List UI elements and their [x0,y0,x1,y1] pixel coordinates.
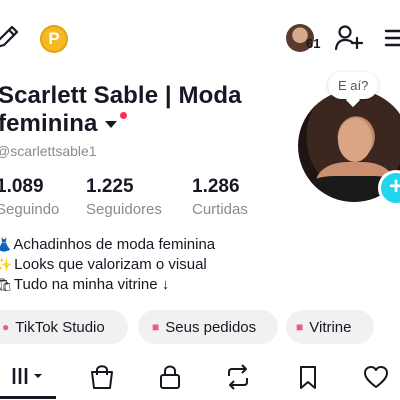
tiktok-studio-button[interactable]: ● TikTok Studio [0,310,128,344]
friends-count[interactable]: 61 [306,36,320,51]
stat-label: Curtidas [192,201,248,218]
bio-text: Achadinhos de moda feminina [13,236,216,253]
button-label: Vitrine [309,318,352,336]
bio: 👗 Achadinhos de moda feminina ✨ Looks qu… [0,235,215,295]
tab-private-icon[interactable] [156,362,184,392]
bio-text: Looks que valorizam o visual [14,256,207,273]
bag-icon: ■ [296,320,304,334]
bio-line: 🛍 Tudo na minha vitrine ↓ [0,275,215,295]
tab-shop-icon[interactable] [88,362,116,392]
username: @scarlettsable1 [0,143,97,159]
edit-icon[interactable] [0,24,20,50]
status-bubble[interactable]: E aí? [328,72,379,99]
coin-icon[interactable]: P [40,25,68,53]
stat-value: 1.089 [0,176,44,197]
bio-line: ✨ Looks que valorizam o visual [0,255,215,275]
menu-icon[interactable] [384,26,400,50]
tab-liked-icon[interactable] [362,362,390,392]
notification-dot [120,112,128,119]
chevron-down-icon[interactable] [105,121,118,129]
profile-name[interactable]: Scarlett Sable | Moda feminina [0,82,278,138]
showcase-button[interactable]: ■ Vitrine [286,310,374,344]
stat-following[interactable]: 1.089 Seguindo [0,176,59,218]
tab-favorites-icon[interactable] [294,362,322,392]
button-label: TikTok Studio [15,318,105,336]
active-tab-indicator [0,396,56,399]
tab-videos-grid-icon[interactable] [8,362,48,392]
shopping-bags-emoji: 🛍 [0,277,13,292]
orders-button[interactable]: ■ Seus pedidos [138,310,278,344]
stat-label: Seguidores [86,201,162,218]
bag-icon: ■ [152,320,160,334]
studio-icon: ● [2,320,10,334]
stat-value: 1.286 [192,176,240,197]
button-label: Seus pedidos [165,318,257,336]
dress-emoji: 👗 [0,237,13,252]
profile-name-text: Scarlett Sable | Moda feminina [0,82,242,137]
sparkles-emoji: ✨ [0,257,13,272]
tab-reposts-icon[interactable] [224,362,252,392]
bio-line: 👗 Achadinhos de moda feminina [0,235,215,255]
bio-text: Tudo na minha vitrine ↓ [13,276,170,293]
stat-likes[interactable]: 1.286 Curtidas [192,176,248,218]
add-user-icon[interactable] [334,24,364,52]
stat-followers[interactable]: 1.225 Seguidores [86,176,162,218]
stat-value: 1.225 [86,176,134,197]
stat-label: Seguindo [0,201,60,218]
